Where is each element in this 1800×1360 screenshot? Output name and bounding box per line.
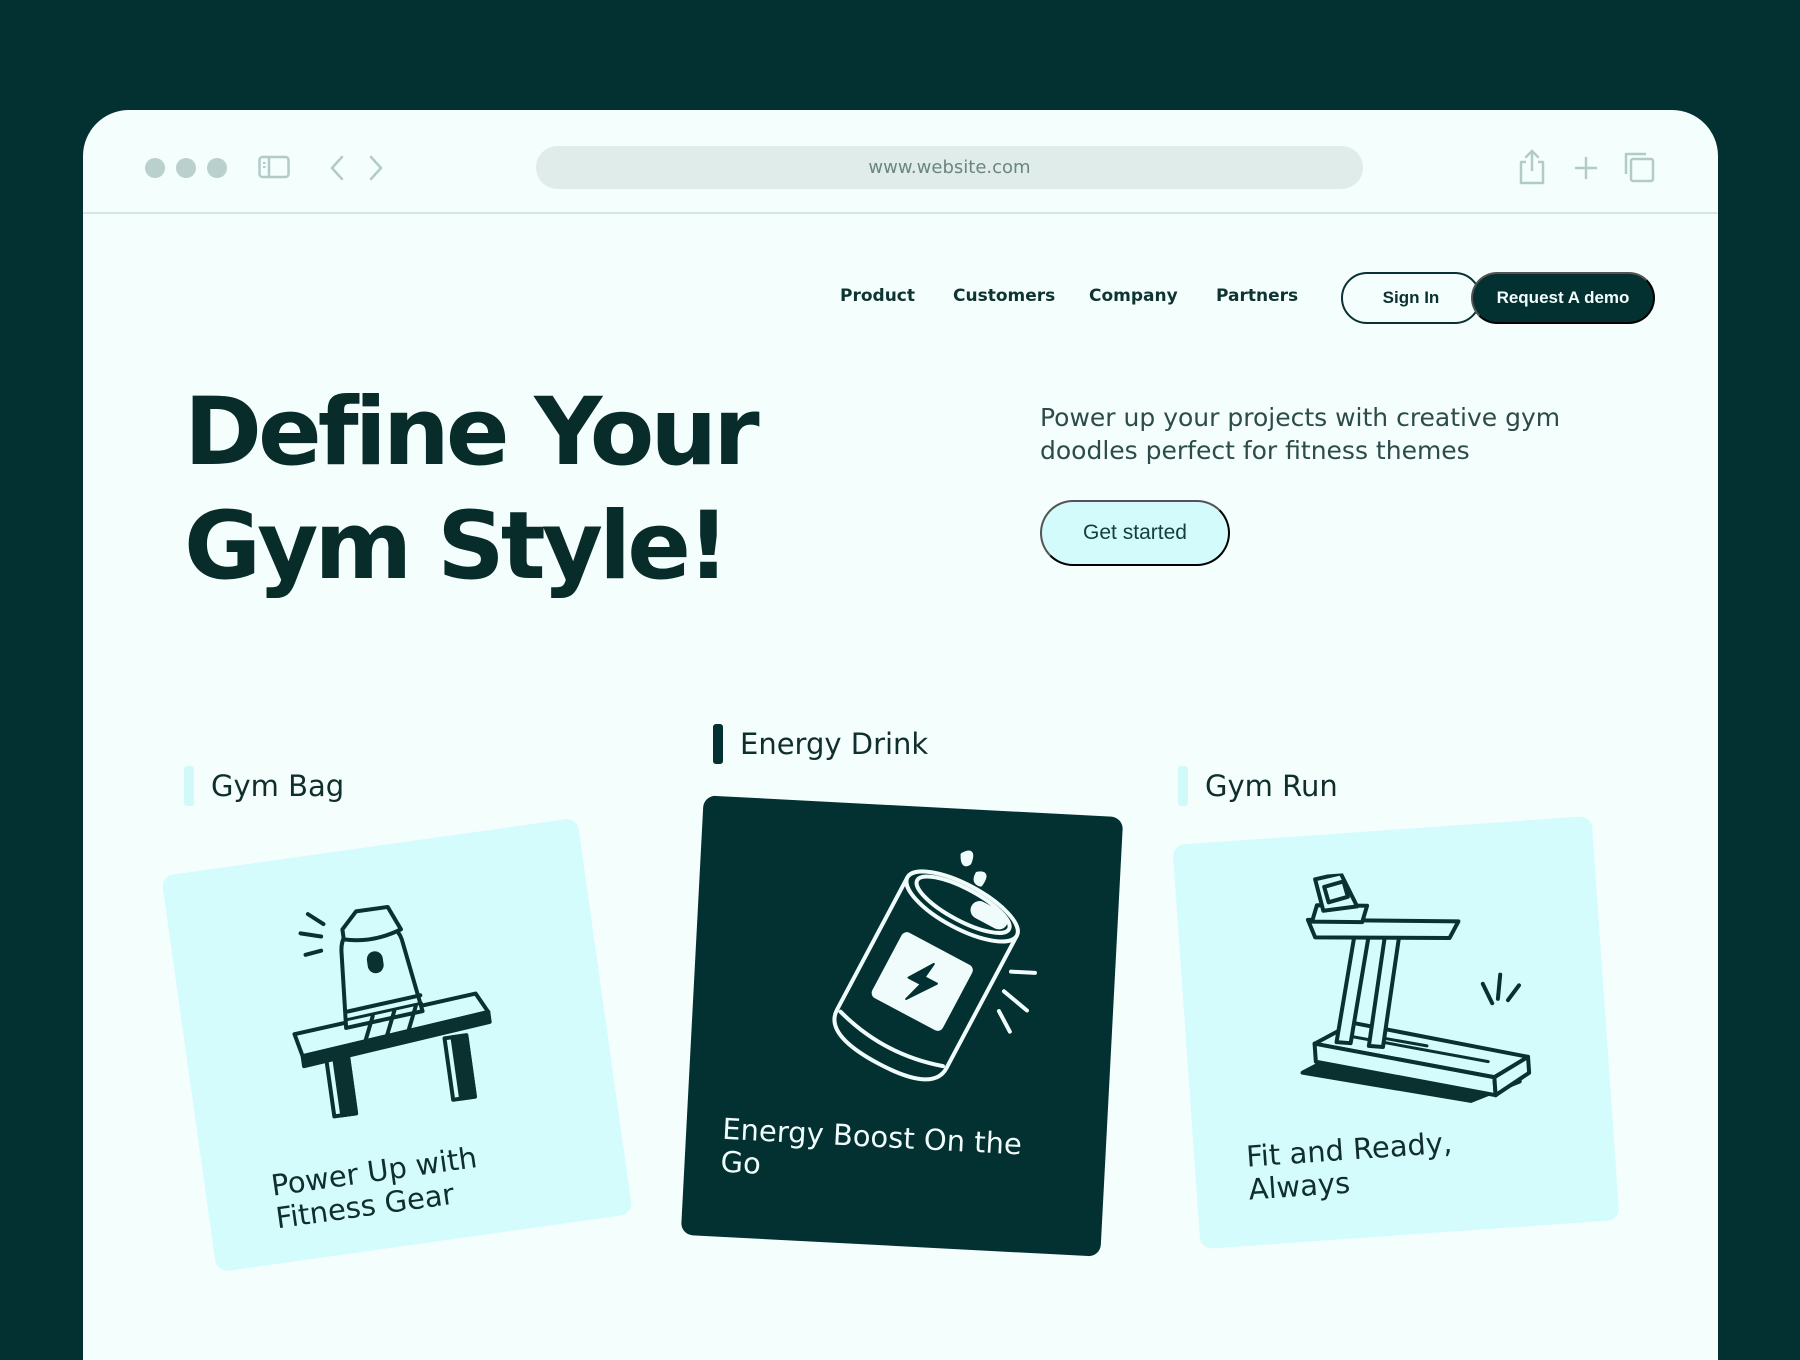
gym-bag-icon [292, 904, 492, 1119]
card-label-text: Energy Drink [740, 727, 929, 761]
hero-title: Define Your Gym Style! [184, 376, 824, 604]
hero-description: Power up your projects with creative gym… [1040, 403, 1561, 465]
card-text: Fit and Ready, Always [1245, 1125, 1454, 1207]
card-text: Energy Boost On the Go [719, 1111, 1023, 1181]
label-marker [184, 766, 194, 806]
url-text: www.website.com [868, 157, 1031, 178]
top-nav: Product Customers Company Partners Sign … [83, 272, 1718, 324]
back-chevron-icon[interactable] [328, 154, 346, 182]
window-controls [145, 158, 227, 178]
request-demo-button[interactable]: Request A demo [1471, 272, 1655, 324]
card-label-text: Gym Run [1205, 769, 1338, 803]
nav-link-partners[interactable]: Partners [1216, 286, 1298, 306]
label-marker [713, 724, 723, 764]
hero-title-line1: Define Your [184, 378, 760, 487]
window-dot[interactable] [145, 158, 165, 178]
browser-window: www.website.com Product Customers Compan… [83, 110, 1718, 1360]
card-gym-run[interactable]: Fit and Ready, Always [1172, 815, 1620, 1250]
forward-chevron-icon[interactable] [367, 154, 385, 182]
card-text: Power Up with Fitness Gear [269, 1140, 480, 1236]
plus-icon[interactable] [1573, 155, 1599, 181]
tabs-icon[interactable] [1622, 150, 1656, 184]
sign-in-button[interactable]: Sign In [1341, 272, 1481, 324]
address-bar[interactable]: www.website.com [536, 146, 1363, 189]
energy-drink-icon [832, 850, 1037, 1082]
label-marker [1178, 766, 1188, 806]
hero-title-line2: Gym Style! [184, 492, 730, 601]
window-dot[interactable] [207, 158, 227, 178]
share-icon[interactable] [1517, 148, 1547, 186]
sidebar-icon[interactable] [258, 155, 290, 179]
nav-link-company[interactable]: Company [1089, 286, 1178, 306]
card-label-energy-drink: Energy Drink [713, 724, 928, 764]
browser-toolbar: www.website.com [83, 110, 1718, 214]
card-label-gym-run: Gym Run [1178, 766, 1338, 806]
card-label-gym-bag: Gym Bag [184, 766, 344, 806]
card-gym-bag[interactable]: Power Up with Fitness Gear [161, 817, 633, 1273]
window-dot[interactable] [176, 158, 196, 178]
nav-link-customers[interactable]: Customers [953, 286, 1055, 306]
card-label-text: Gym Bag [211, 769, 345, 803]
nav-link-product[interactable]: Product [840, 286, 915, 306]
treadmill-icon [1300, 871, 1532, 1103]
get-started-button[interactable]: Get started [1040, 500, 1230, 566]
card-energy-drink[interactable]: Energy Boost On the Go [680, 795, 1124, 1257]
